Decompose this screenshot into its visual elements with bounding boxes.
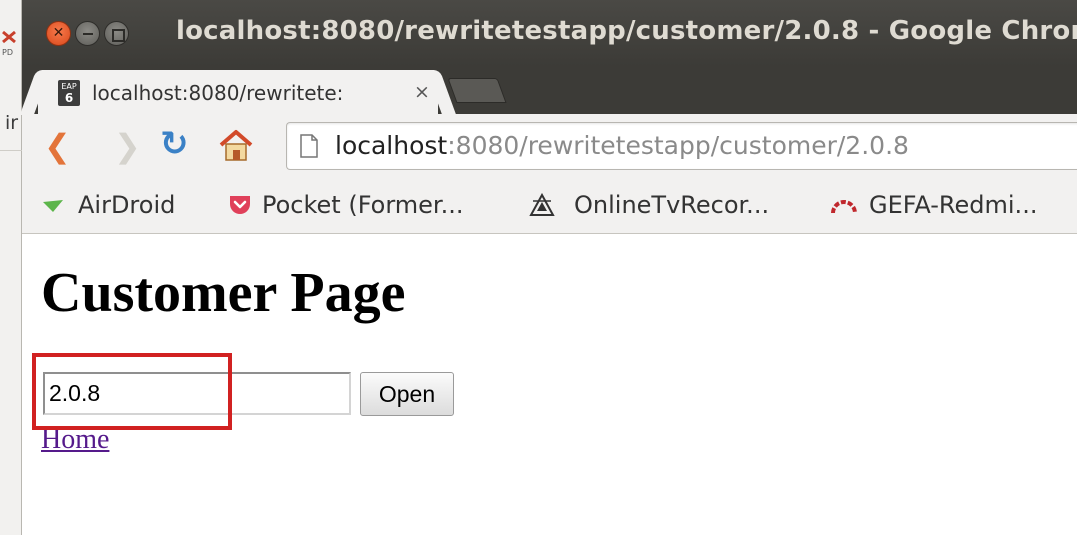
url-host: localhost (335, 131, 448, 160)
favicon-text-top: EAP (61, 82, 77, 91)
airdroid-icon (43, 200, 63, 212)
onlinetv-icon (529, 193, 555, 216)
title-bar[interactable]: localhost:8080/rewritetestapp/customer/2… (22, 0, 1077, 66)
tab-close-icon[interactable]: × (414, 81, 430, 103)
window-title: localhost:8080/rewritetestapp/customer/2… (176, 16, 1077, 46)
background-window-text: ir (5, 112, 19, 134)
maximize-window-button[interactable] (104, 21, 129, 46)
background-divider (0, 150, 22, 151)
background-window-edge: PD ir (0, 0, 22, 535)
tab-title: localhost:8080/rewritete: (92, 81, 344, 105)
close-window-button[interactable] (46, 21, 71, 46)
redmine-icon (831, 200, 857, 214)
svg-text:PD: PD (2, 48, 13, 57)
page-title: Customer Page (41, 262, 406, 324)
bookmarks-bar: AirDroid Pocket (Former... OnlineTvRecor… (22, 178, 1077, 234)
new-tab-button[interactable] (447, 78, 507, 103)
address-bar[interactable]: localhost:8080/rewritetestapp/customer/2… (286, 122, 1077, 170)
red-highlight-box (32, 353, 232, 430)
page-icon (300, 134, 318, 158)
back-button[interactable]: ❮ (44, 130, 71, 162)
reload-button[interactable]: ↻ (160, 127, 189, 161)
favicon-text-bottom: 6 (64, 91, 74, 105)
url-text: localhost:8080/rewritetestapp/customer/2… (335, 131, 909, 160)
chrome-window: localhost:8080/rewritetestapp/customer/2… (22, 0, 1077, 535)
bookmark-pocket[interactable]: Pocket (Former... (262, 191, 463, 219)
minimize-window-button[interactable] (75, 21, 100, 46)
jboss-eap-favicon-icon: EAP 6 (58, 80, 80, 106)
toolbar: ❮ ❯ ↻ localhost:8080/rewritetestapp/cust… (22, 114, 1077, 178)
bookmark-onlinetvrecorder[interactable]: OnlineTvRecor... (574, 191, 769, 219)
open-button[interactable]: Open (360, 372, 454, 416)
home-button[interactable] (218, 128, 254, 162)
background-app-icon: PD (2, 30, 16, 57)
bookmark-airdroid[interactable]: AirDroid (78, 191, 175, 219)
pocket-icon (230, 196, 250, 214)
tab-strip: EAP 6 localhost:8080/rewritete: × (22, 66, 1077, 115)
url-path: :8080/rewritetestapp/customer/2.0.8 (447, 131, 909, 160)
tab-active[interactable]: EAP 6 localhost:8080/rewritete: × (38, 70, 438, 115)
page-content: Customer Page 2.0.8 Open Home (22, 235, 1077, 535)
bookmark-gefa-redmine[interactable]: GEFA-Redmi... (869, 191, 1037, 219)
forward-button[interactable]: ❯ (114, 130, 141, 162)
